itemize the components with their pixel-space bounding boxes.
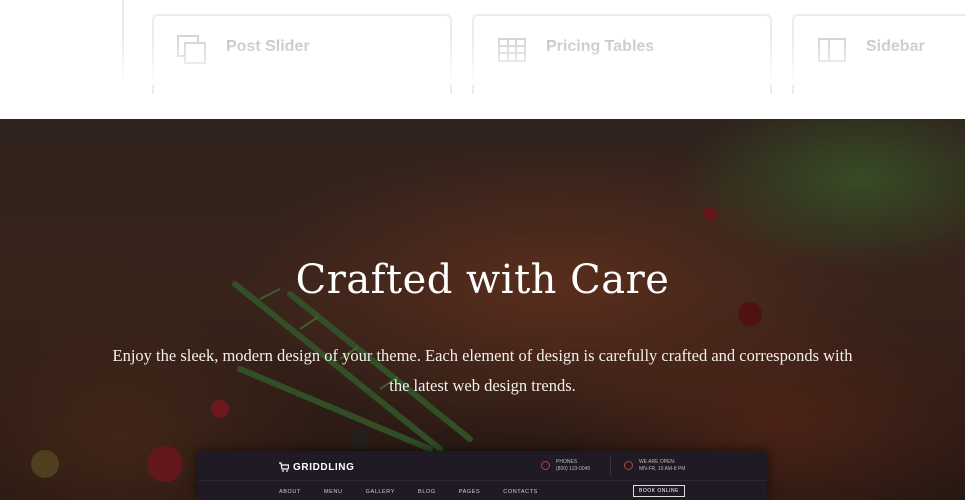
feature-card-label: Post Slider bbox=[226, 38, 310, 55]
pricing-tables-icon bbox=[496, 34, 528, 66]
phone-label: PHONES bbox=[556, 459, 578, 465]
preview-nav-pages: PAGES bbox=[458, 489, 481, 495]
preview-hours: WE ARE OPEN: MN-FR, 10 AM-8 PM bbox=[624, 459, 685, 473]
preview-phone: PHONES (800) 123-0045 bbox=[541, 459, 590, 473]
divider bbox=[610, 457, 611, 475]
preview-logo-text: GRIDDLING bbox=[293, 462, 355, 473]
hours-label: WE ARE OPEN: bbox=[639, 459, 676, 465]
preview-logo: GRIDDLING bbox=[278, 462, 355, 473]
clock-icon bbox=[624, 461, 633, 470]
divider bbox=[198, 480, 767, 481]
preview-nav-gallery: GALLERY bbox=[365, 489, 396, 495]
features-strip: Post Slider Pricing Tables Sidebar bbox=[0, 0, 965, 119]
preview-nav-about: ABOUT bbox=[279, 489, 301, 495]
hero-description: Enjoy the sleek, modern design of your t… bbox=[112, 346, 853, 395]
preview-book-button: BOOK ONLINE bbox=[633, 485, 685, 497]
hero-overlay bbox=[0, 119, 965, 500]
cart-icon bbox=[279, 462, 290, 472]
divider bbox=[122, 0, 124, 80]
feature-card-label: Pricing Tables bbox=[546, 38, 655, 55]
post-slider-icon bbox=[176, 34, 208, 66]
hero-section: Crafted with Care Enjoy the sleek, moder… bbox=[0, 119, 965, 500]
feature-card-post-slider[interactable]: Post Slider bbox=[152, 14, 452, 94]
hero-title: Crafted with Care bbox=[295, 257, 670, 303]
preview-nav-menu: MENU bbox=[323, 489, 343, 495]
feature-card-sidebar[interactable]: Sidebar bbox=[792, 14, 965, 94]
preview-nav-contacts: CONTACTS bbox=[503, 489, 538, 495]
feature-card-pricing-tables[interactable]: Pricing Tables bbox=[472, 14, 772, 94]
phone-icon bbox=[541, 461, 550, 470]
phone-value: (800) 123-0045 bbox=[556, 466, 591, 472]
hours-value: MN-FR, 10 AM-8 PM bbox=[639, 466, 686, 472]
sidebar-icon bbox=[816, 34, 848, 66]
preview-nav-blog: BLOG bbox=[418, 489, 436, 495]
feature-card-label: Sidebar bbox=[866, 38, 925, 55]
theme-preview: GRIDDLING PHONES (800) 123-0045 WE ARE O… bbox=[198, 451, 767, 500]
preview-nav: ABOUT MENU GALLERY BLOG PAGES CONTACTS bbox=[279, 489, 561, 495]
